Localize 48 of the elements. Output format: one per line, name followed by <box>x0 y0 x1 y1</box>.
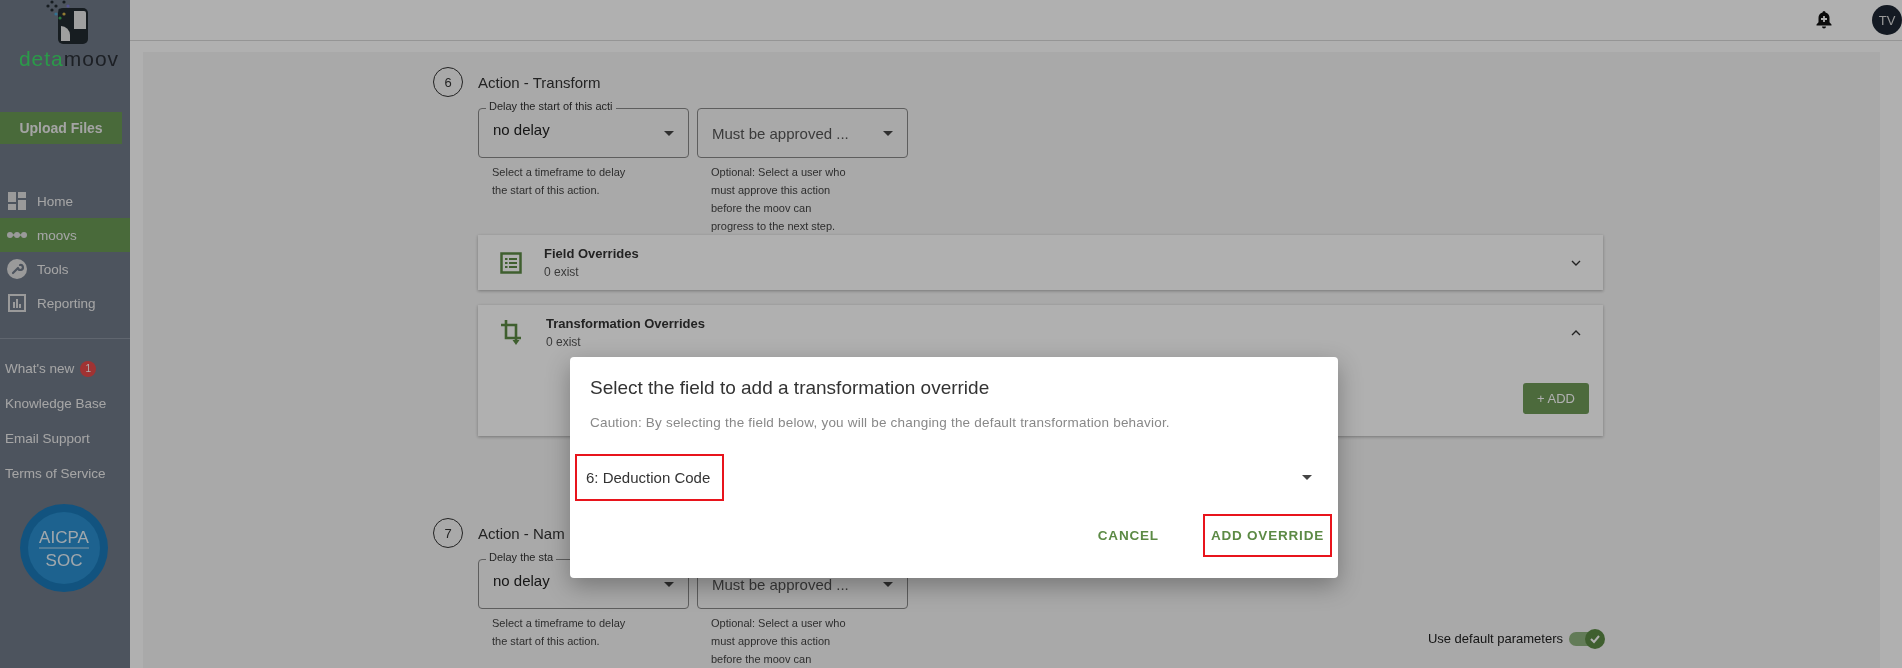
dropdown-arrow-icon <box>1302 474 1312 480</box>
toggle-label: Use default parameters <box>1427 631 1563 646</box>
sidebar-link[interactable]: Knowledge Base <box>5 396 107 411</box>
sidebar-link[interactable]: Email Support <box>5 431 90 446</box>
notification-badge: 1 <box>80 360 97 377</box>
nav-item[interactable]: moovs <box>0 218 130 252</box>
panel-count: 0 exist <box>544 265 580 279</box>
dialog-title: Select the field to add a transformation override <box>590 377 991 399</box>
panel-title: Field Overrides <box>544 246 640 261</box>
upload-files-button[interactable]: Upload Files <box>0 112 122 144</box>
caution-text: Caution: By selecting the field below, you will be changing the default transformation behavior. <box>590 415 1171 430</box>
add-override-button[interactable]: ADD OVERRIDE <box>1204 516 1330 555</box>
panel-title: Transformation Overrides <box>546 316 706 331</box>
nav-item[interactable]: Reporting <box>0 286 130 320</box>
cancel-button[interactable]: CANCEL <box>1091 516 1165 555</box>
panel-count: 0 exist <box>546 335 582 349</box>
field-select[interactable]: 6: Deduction Code <box>577 454 1318 500</box>
field-label: Delay the start of this acti <box>486 100 616 112</box>
logo-wordmark: detamoov <box>18 48 120 69</box>
sidebar-link[interactable]: Terms of Service <box>5 466 106 481</box>
dropdown-arrow-icon <box>664 130 674 136</box>
user-avatar[interactable]: TV <box>1872 5 1902 35</box>
helper-text: Select a timeframe to delay the start of this action. <box>492 616 627 649</box>
list-icon <box>500 251 522 274</box>
add-notification-icon[interactable] <box>1816 11 1832 29</box>
dropdown-arrow-icon <box>883 581 893 587</box>
helper-text: Select a timeframe to delay the start of this action. <box>492 165 627 198</box>
step-title: Action - Nam <box>478 524 565 542</box>
dropdown-arrow-icon <box>664 581 674 587</box>
nav-item[interactable]: Home <box>0 184 130 218</box>
dashboard-icon <box>7 192 27 210</box>
connected-dots-icon <box>7 231 27 239</box>
step-title: Action - Transform <box>478 73 601 91</box>
expand-icon[interactable] <box>1571 259 1581 266</box>
nav-item[interactable]: Tools <box>0 252 130 286</box>
bar-chart-icon <box>7 294 27 312</box>
dropdown-arrow-icon <box>883 130 893 136</box>
toggle-switch[interactable] <box>1569 631 1603 646</box>
wrench-icon <box>7 259 27 279</box>
crop-icon <box>500 319 524 346</box>
certification-badge: AICPA SOC <box>19 503 109 593</box>
add-button[interactable]: + ADD <box>1523 383 1589 414</box>
helper-text: Optional: Select a user who must approve this action before the moov can progress to the next step. <box>711 165 847 234</box>
sidebar-link[interactable]: What's new <box>5 361 75 376</box>
helper-text: Optional: Select a user who must approve this action before the moov can <box>711 616 847 667</box>
field-label: Delay the sta <box>486 551 557 563</box>
approver-select[interactable]: Must be approved ... <box>697 108 908 158</box>
collapse-icon[interactable] <box>1571 329 1581 336</box>
